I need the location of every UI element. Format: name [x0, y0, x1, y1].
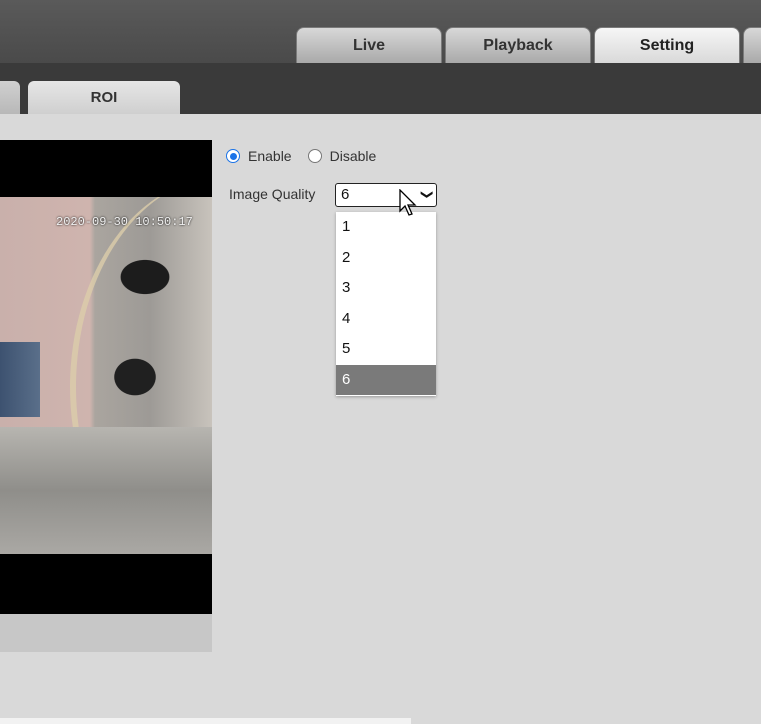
enable-label[interactable]: Enable	[248, 148, 292, 164]
tab-setting[interactable]: Setting	[594, 27, 740, 63]
chevron-down-icon: ❯	[420, 189, 435, 200]
quality-option-4[interactable]: 4	[336, 304, 436, 335]
video-preview[interactable]	[0, 140, 212, 614]
roi-toggle: Enable Disable	[226, 146, 392, 166]
image-quality-select[interactable]: 6 ❯	[335, 183, 437, 207]
camera-image	[0, 197, 212, 554]
quality-option-5[interactable]: 5	[336, 334, 436, 365]
disable-label[interactable]: Disable	[330, 148, 377, 164]
quality-option-1[interactable]: 1	[336, 212, 436, 243]
sub-tab-roi[interactable]: ROI	[28, 81, 180, 114]
enable-radio[interactable]	[226, 149, 240, 163]
sub-tab-previous[interactable]	[0, 81, 20, 114]
tab-playback[interactable]: Playback	[445, 27, 591, 63]
image-quality-label: Image Quality	[229, 186, 316, 202]
horizontal-scrollbar[interactable]	[0, 718, 411, 724]
mouse-cursor-icon	[399, 189, 417, 216]
video-timestamp: 2020-09-30 10:50:17	[56, 215, 193, 229]
quality-option-6[interactable]: 6	[336, 364, 436, 395]
tab-overflow[interactable]	[743, 27, 761, 63]
image-quality-value: 6	[341, 186, 350, 203]
quality-option-3[interactable]: 3	[336, 273, 436, 304]
tab-live[interactable]: Live	[296, 27, 442, 63]
image-quality-dropdown: 1 2 3 4 5 6	[336, 212, 436, 396]
disable-radio[interactable]	[307, 149, 322, 163]
quality-option-2[interactable]: 2	[336, 243, 436, 274]
video-panel-footer	[0, 614, 212, 652]
